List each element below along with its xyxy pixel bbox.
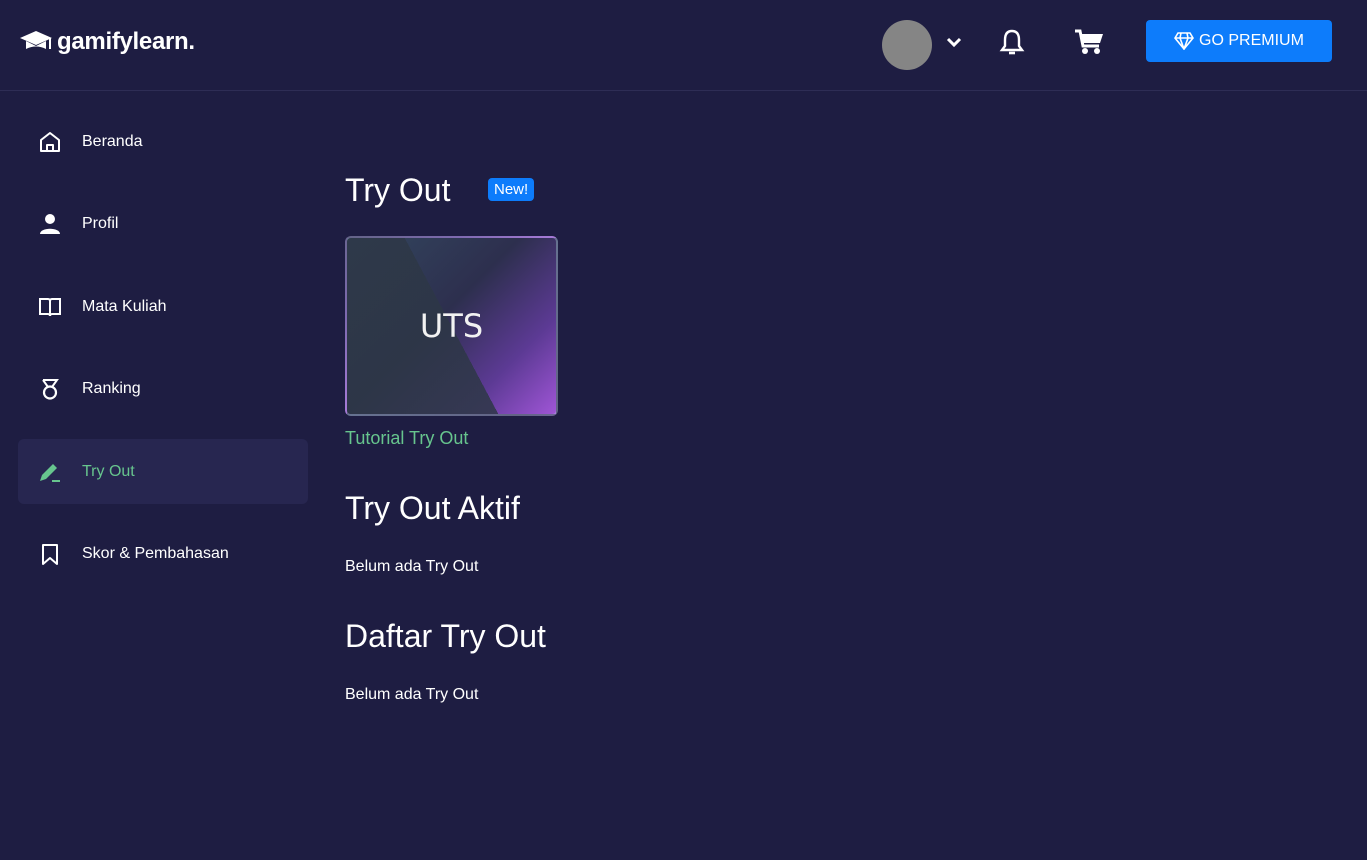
sidebar-item-beranda[interactable]: Beranda [18, 109, 308, 174]
sidebar-item-label: Beranda [82, 132, 143, 150]
avatar[interactable] [882, 20, 932, 70]
sidebar-item-skor-pembahasan[interactable]: Skor & Pembahasan [18, 521, 308, 586]
active-empty-text: Belum ada Try Out [345, 558, 479, 575]
tutorial-try-out-link[interactable]: Tutorial Try Out [345, 428, 468, 449]
sidebar-item-ranking[interactable]: Ranking [18, 356, 308, 421]
bell-icon[interactable] [999, 28, 1025, 56]
chevron-down-icon[interactable] [944, 32, 964, 52]
uts-card[interactable]: UTS [345, 236, 558, 416]
sidebar-item-profil[interactable]: Profil [18, 191, 308, 256]
logo-text: gamifylearn. [57, 28, 195, 55]
new-badge: New! [488, 178, 535, 201]
try-out-list-title: Daftar Try Out [345, 618, 546, 654]
sidebar-item-label: Skor & Pembahasan [82, 544, 229, 562]
home-icon [40, 131, 60, 152]
diamond-icon [1174, 32, 1195, 50]
bookmark-icon [42, 543, 58, 565]
user-icon [40, 213, 60, 234]
sidebar-item-mata-kuliah[interactable]: Mata Kuliah [18, 274, 308, 339]
graduation-cap-icon [20, 31, 52, 49]
sidebar-item-label: Ranking [82, 379, 141, 397]
cart-icon[interactable] [1074, 28, 1104, 56]
pencil-icon [40, 463, 60, 482]
try-out-title: Try Out [345, 172, 451, 208]
top-header: gamifylearn. GO PREMIUM [0, 0, 1367, 91]
medal-icon [42, 378, 59, 400]
go-premium-label: GO PREMIUM [1199, 32, 1304, 49]
list-empty-text: Belum ada Try Out [345, 686, 479, 703]
go-premium-button[interactable]: GO PREMIUM [1146, 20, 1332, 62]
sidebar-item-label: Profil [82, 214, 119, 232]
sidebar-item-label: Try Out [82, 462, 135, 480]
logo[interactable]: gamifylearn. [19, 28, 195, 56]
sidebar-item-label: Mata Kuliah [82, 297, 167, 315]
book-icon [39, 297, 61, 316]
sidebar-item-try-out[interactable]: Try Out [18, 439, 308, 504]
card-label: UTS [419, 307, 484, 345]
active-try-out-title: Try Out Aktif [345, 490, 520, 526]
